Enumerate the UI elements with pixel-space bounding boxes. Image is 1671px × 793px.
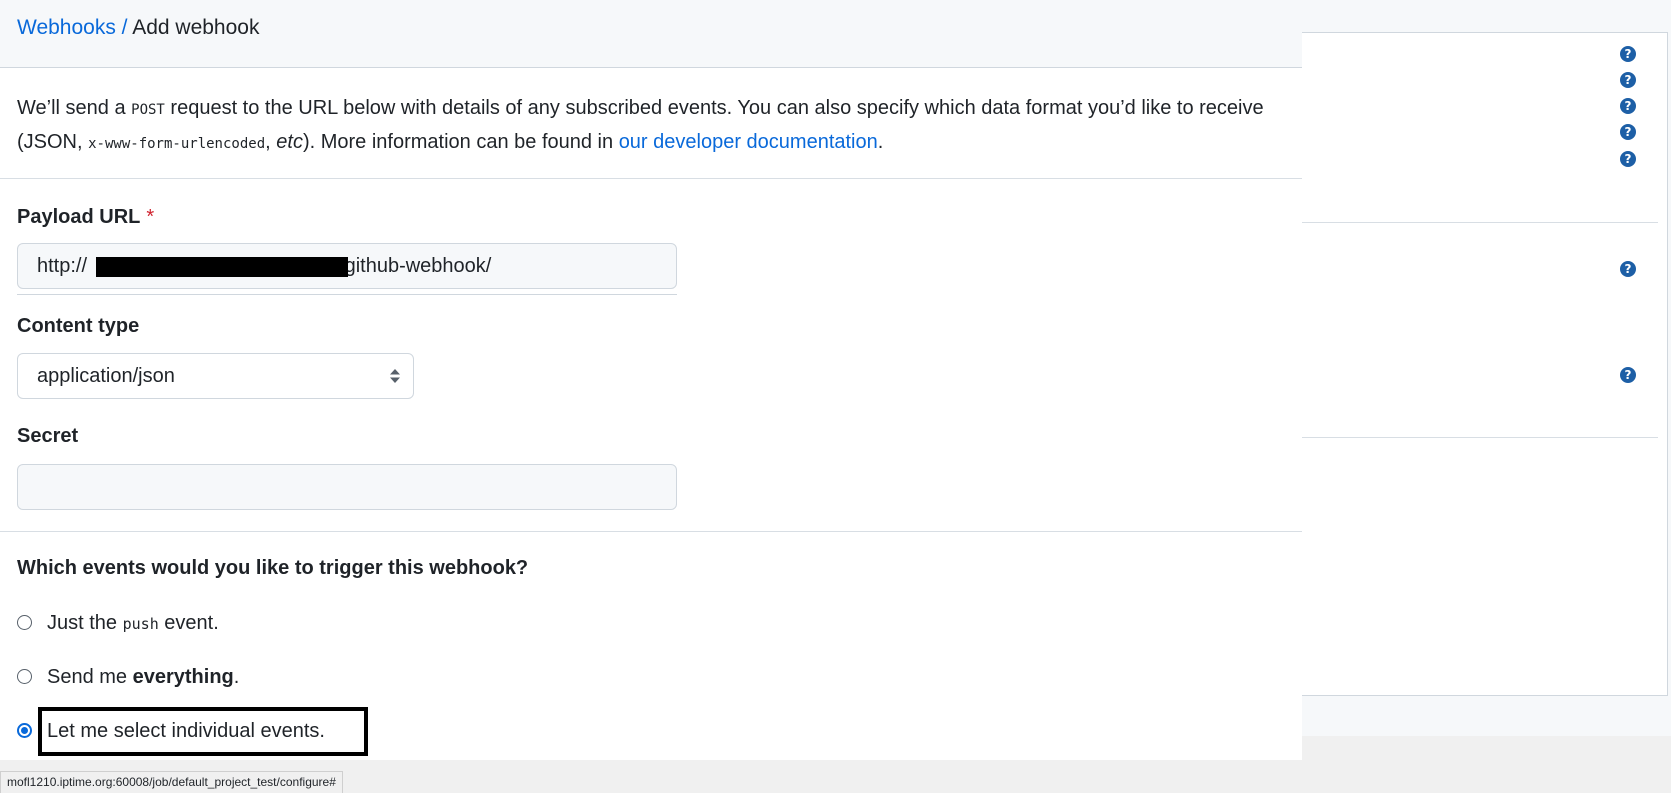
form-urlencoded-code: x-www-form-urlencoded	[88, 136, 266, 152]
help-icon[interactable]: ?	[1620, 124, 1636, 140]
radio-push[interactable]	[17, 615, 32, 630]
post-code: POST	[131, 102, 165, 118]
background-divider	[1290, 437, 1658, 438]
help-icon[interactable]: ?	[1620, 261, 1636, 277]
breadcrumb: Webhooks / Add webhook	[17, 14, 259, 42]
background-config-panel	[1290, 32, 1668, 696]
events-question: Which events would you like to trigger t…	[17, 557, 529, 579]
background-divider	[1290, 222, 1658, 223]
add-webhook-form: Webhooks / Add webhook We’ll send a POST…	[0, 0, 1302, 760]
background-footer	[1290, 736, 1671, 793]
help-icon[interactable]: ?	[1620, 367, 1636, 383]
section-divider	[0, 531, 1302, 532]
breadcrumb-separator: /	[115, 16, 133, 39]
field-underline	[17, 294, 677, 295]
content-type-label: Content type	[17, 315, 140, 337]
browser-status-bar: mofl1210.iptime.org:60008/job/default_pr…	[0, 771, 343, 793]
required-marker: *	[146, 206, 155, 228]
secret-label: Secret	[17, 425, 79, 447]
intro-text: We’ll send a POST request to the URL bel…	[17, 97, 1264, 153]
content-type-select[interactable]: application/json	[17, 353, 414, 399]
select-arrows-icon	[390, 369, 400, 383]
secret-input[interactable]	[17, 464, 677, 510]
content-type-value: application/json	[37, 365, 175, 387]
page-title: Add webhook	[132, 16, 260, 39]
payload-url-label: Payload URL *	[17, 206, 155, 228]
redaction-bar	[96, 257, 348, 277]
radio-individual[interactable]	[17, 723, 32, 738]
annotation-highlight-box	[38, 707, 368, 756]
breadcrumb-webhooks-link[interactable]: Webhooks	[17, 16, 116, 39]
help-icon[interactable]: ?	[1620, 98, 1636, 114]
developer-docs-link[interactable]: our developer documentation	[619, 131, 878, 153]
help-icon[interactable]: ?	[1620, 151, 1636, 167]
section-divider	[0, 178, 1302, 179]
radio-everything[interactable]	[17, 669, 32, 684]
help-icon[interactable]: ?	[1620, 72, 1636, 88]
help-icon[interactable]: ?	[1620, 46, 1636, 62]
page-header: Webhooks / Add webhook	[0, 0, 1302, 68]
